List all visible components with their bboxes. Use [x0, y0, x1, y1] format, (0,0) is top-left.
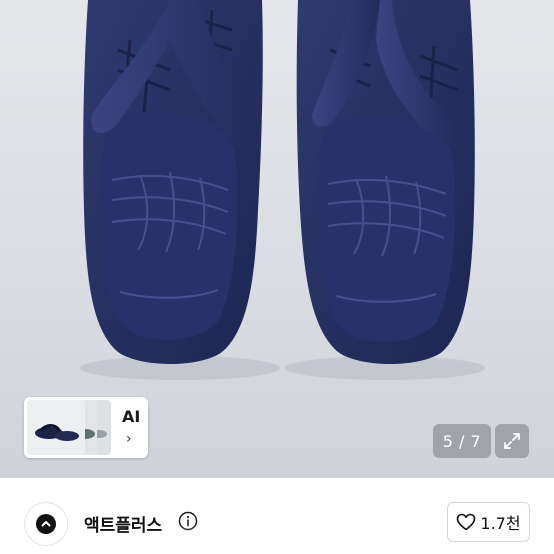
seller-name[interactable]: 액트플러스	[84, 511, 162, 536]
ai-thumbnail-stack	[27, 400, 111, 455]
like-count: 1.7천	[480, 514, 521, 533]
thumbnail-image	[27, 400, 85, 455]
ai-label[interactable]: AI	[122, 407, 140, 426]
expand-button[interactable]	[495, 424, 529, 458]
expand-arrows-icon	[504, 433, 520, 449]
image-pager: 5 / 7	[433, 424, 491, 458]
chevron-right-icon[interactable]: ›	[126, 431, 132, 447]
seller-bar: 액트플러스 1.7천	[0, 478, 554, 554]
info-circle-icon[interactable]	[178, 511, 198, 531]
avatar[interactable]	[24, 502, 68, 546]
chevron-up-in-circle-icon	[36, 514, 56, 534]
like-button[interactable]: 1.7천	[447, 502, 530, 542]
heart-outline-icon	[457, 513, 476, 531]
